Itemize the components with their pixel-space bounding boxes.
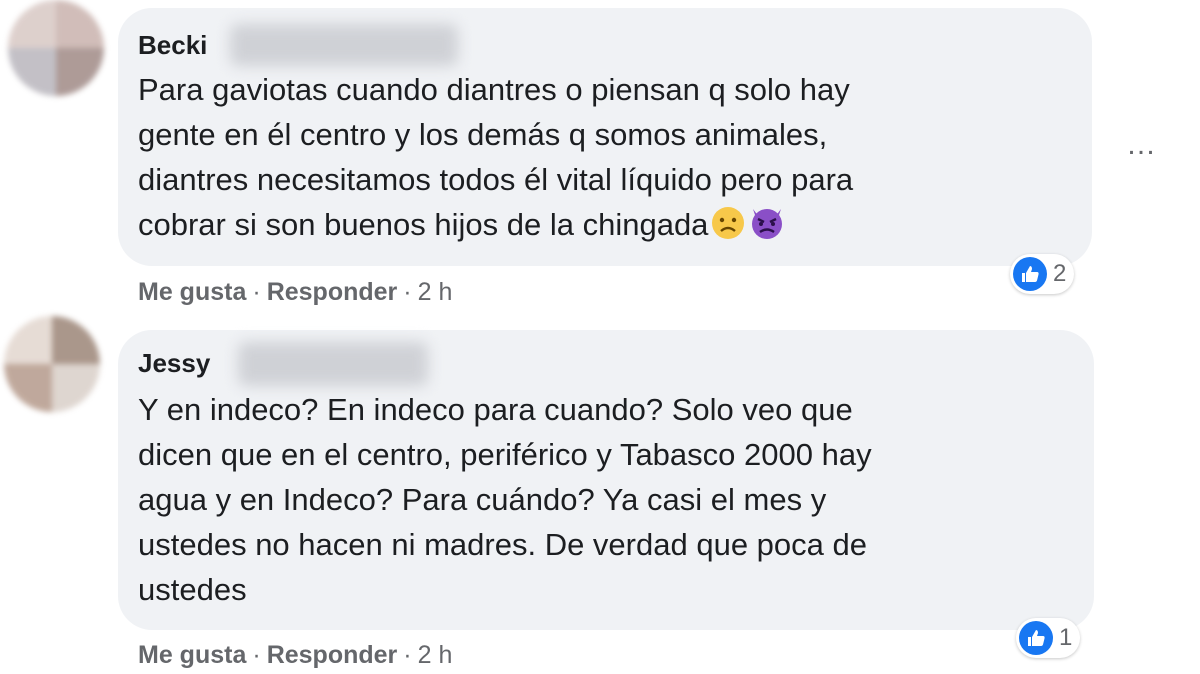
avatar[interactable]	[8, 0, 104, 96]
angry-devil-emoji-icon	[748, 203, 786, 253]
separator: ·	[252, 641, 261, 669]
like-link[interactable]: Me gusta	[138, 641, 246, 669]
comment-text: Para gaviotas cuando diantres o piensan …	[138, 67, 1078, 253]
comment-text: Y en indeco? En indeco para cuando? Solo…	[138, 392, 872, 607]
more-options-icon[interactable]: …	[1126, 128, 1157, 162]
reaction-summary[interactable]: 2	[1010, 254, 1075, 294]
comment-actions: Me gusta · Responder · 2 h	[138, 641, 452, 670]
redacted-name	[230, 24, 458, 66]
reply-link[interactable]: Responder	[267, 278, 398, 306]
redacted-name	[238, 342, 428, 386]
timestamp[interactable]: 2 h	[418, 278, 453, 306]
comment-author[interactable]: Becki	[138, 30, 207, 61]
like-link[interactable]: Me gusta	[138, 278, 246, 306]
comment-actions: Me gusta · Responder · 2 h	[138, 278, 452, 307]
reply-link[interactable]: Responder	[267, 641, 398, 669]
separator: ·	[252, 278, 261, 306]
reaction-count: 1	[1059, 624, 1073, 651]
avatar[interactable]	[4, 316, 100, 412]
timestamp[interactable]: 2 h	[418, 641, 453, 669]
like-icon	[1019, 621, 1053, 655]
frowning-face-emoji-icon	[710, 205, 746, 253]
separator: ·	[403, 278, 412, 306]
separator: ·	[403, 641, 412, 669]
reaction-count: 2	[1053, 260, 1067, 287]
comment-author[interactable]: Jessy	[138, 348, 210, 379]
reaction-summary[interactable]: 1	[1016, 618, 1081, 658]
like-icon	[1013, 257, 1047, 291]
